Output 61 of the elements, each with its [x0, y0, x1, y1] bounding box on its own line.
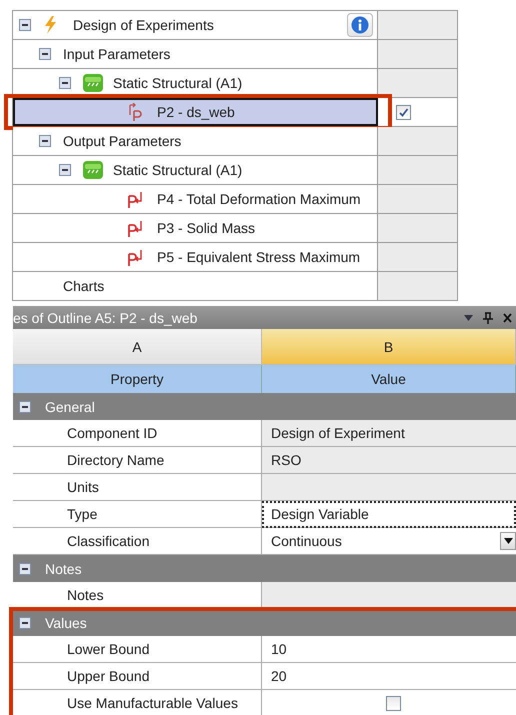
value-text: 10 [271, 641, 287, 657]
system-icon [83, 161, 103, 179]
value-cell[interactable]: Design Variable [262, 501, 516, 528]
property-cell: Lower Bound [13, 636, 262, 663]
collapse-icon[interactable] [39, 135, 51, 147]
tree-label: P3 - Solid Mass [157, 220, 256, 236]
value-cell[interactable]: RSO [262, 447, 516, 474]
value-cell[interactable] [262, 582, 516, 609]
tree-label: Input Parameters [63, 46, 170, 62]
collapse-icon[interactable] [19, 400, 31, 412]
collapse-icon[interactable] [59, 77, 71, 89]
info-button[interactable] [347, 13, 373, 37]
group-header[interactable]: Notes [13, 555, 516, 582]
parameter-input-icon [127, 103, 143, 121]
collapse-icon[interactable] [39, 48, 51, 60]
tree-label: Static Structural (A1) [113, 75, 242, 91]
caret-icon [504, 538, 512, 544]
tree-label: Design of Experiments [73, 17, 214, 33]
column-letter[interactable]: A [13, 329, 262, 365]
column-header: Value [262, 365, 516, 393]
value-cell[interactable]: Design of Experiment [262, 420, 516, 447]
tree-label: P2 - ds_web [157, 104, 235, 120]
collapse-icon[interactable] [19, 616, 31, 628]
group-title: Values [45, 614, 87, 630]
tree-row[interactable]: P2 - ds_web [13, 98, 378, 126]
value-text: Design of Experiment [271, 425, 405, 441]
tree-label: Output Parameters [63, 133, 182, 149]
checkbox[interactable] [386, 696, 401, 710]
dropdown-icon[interactable] [464, 314, 473, 320]
tree-row[interactable]: Output Parameters [13, 127, 378, 155]
tree-label: Static Structural (A1) [113, 162, 242, 178]
group-title: Notes [45, 560, 82, 576]
tree-label: P5 - Equivalent Stress Maximum [157, 249, 360, 265]
value-text: 20 [271, 668, 287, 684]
value-cell[interactable] [262, 474, 516, 501]
collapse-icon[interactable] [19, 19, 31, 31]
tree-label: P4 - Total Deformation Maximum [157, 191, 361, 207]
property-cell: Type [13, 501, 262, 528]
property-cell: Classification [13, 528, 262, 555]
column-letter[interactable]: B [262, 329, 516, 365]
panel-title: es of Outline A5: P2 - ds_web [13, 310, 198, 326]
lightning-icon [43, 16, 57, 34]
checkbox[interactable] [396, 104, 411, 120]
value-text: Continuous [271, 533, 342, 549]
collapse-icon[interactable] [59, 164, 71, 176]
property-cell: Component ID [13, 420, 262, 447]
group-header[interactable]: General [13, 393, 516, 420]
close-icon[interactable] [503, 312, 512, 322]
dropdown-button[interactable] [500, 532, 516, 550]
tree-label: Charts [63, 278, 104, 294]
group-header[interactable]: Values [13, 609, 516, 636]
column-header: Property [13, 365, 262, 393]
system-icon [83, 74, 103, 92]
value-text: RSO [271, 452, 302, 468]
value-text: Design Variable [271, 506, 369, 522]
collapse-icon[interactable] [19, 562, 31, 574]
property-cell: Units [13, 474, 262, 501]
group-title: General [45, 398, 95, 414]
property-cell: Directory Name [13, 447, 262, 474]
pin-icon[interactable] [483, 312, 493, 324]
property-cell: Upper Bound [13, 663, 262, 690]
